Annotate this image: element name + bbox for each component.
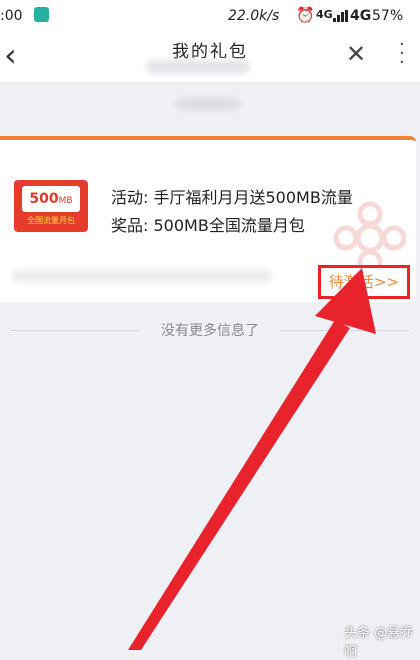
activity-line: 活动: 手厅福利月月送500MB流量 — [111, 184, 353, 212]
network-speed: 22.0k/s — [228, 8, 280, 24]
close-icon[interactable]: ✕ — [346, 40, 366, 68]
divider-right — [280, 330, 410, 331]
gift-card[interactable]: 500MB 全国流量月包 活动: 手厅福利月月送500MB流量 奖品: 500M… — [0, 136, 416, 302]
gift-package-icon: 500MB 全国流量月包 — [14, 180, 88, 232]
redacted-subtitle — [146, 60, 250, 74]
activate-button[interactable]: 待激活>> — [318, 265, 410, 299]
battery-level: 57% — [372, 8, 404, 24]
gift-icon-caption: 全国流量月包 — [27, 216, 75, 225]
gift-info: 活动: 手厅福利月月送500MB流量 奖品: 500MB全国流量月包 — [111, 184, 353, 240]
source-watermark: 头条 @悬乔啊 — [344, 626, 414, 660]
network-type: 4G — [350, 8, 372, 24]
activity-label: 活动: — [111, 188, 149, 207]
signal-type-label: 4G — [316, 8, 333, 21]
redacted-validity — [12, 270, 272, 282]
qr-scan-icon — [34, 7, 49, 22]
more-vertical-icon[interactable]: · · · — [399, 36, 405, 72]
status-time: :00 — [0, 8, 23, 24]
prize-value: 500MB全国流量月包 — [153, 216, 305, 235]
signal-bars-icon — [333, 10, 348, 22]
status-bar: :00 22.0k/s ⏰ 4G 4G 57% — [0, 0, 420, 32]
redacted-text — [176, 98, 240, 110]
prize-line: 奖品: 500MB全国流量月包 — [111, 212, 353, 240]
nav-bar: ‹ 我的礼包 ✕ · · · — [0, 32, 420, 82]
alarm-icon: ⏰ — [296, 6, 315, 24]
activity-value: 手厅福利月月送500MB流量 — [153, 188, 353, 207]
prize-label: 奖品: — [111, 216, 149, 235]
end-of-list: 没有更多信息了 — [0, 320, 420, 340]
